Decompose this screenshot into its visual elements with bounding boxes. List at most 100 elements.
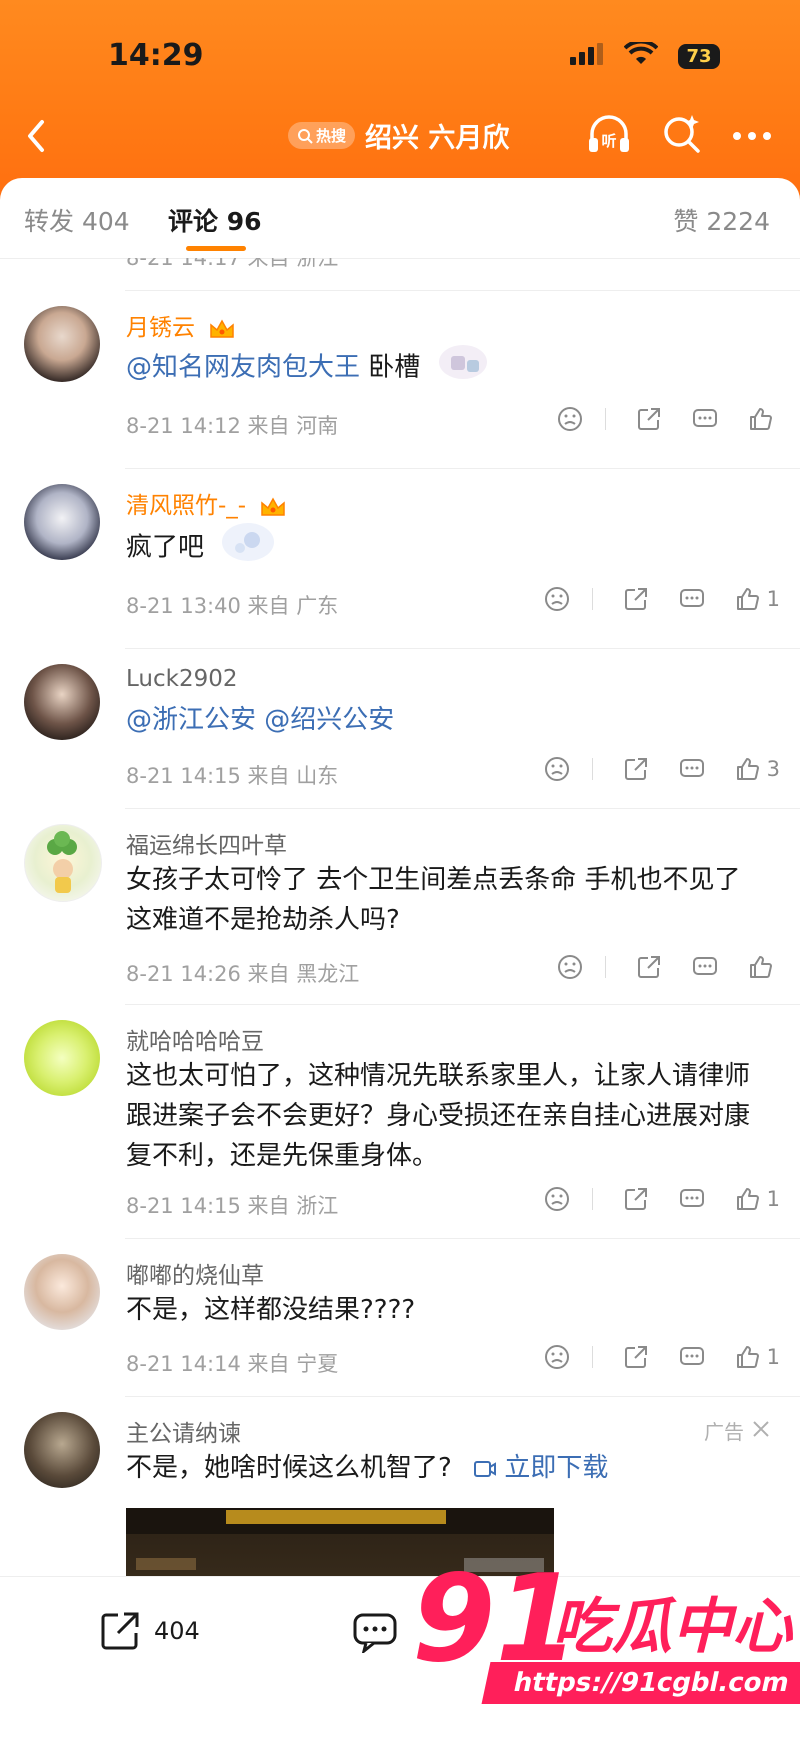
thumbs-up-icon [736,1346,759,1368]
reply-button[interactable] [679,1186,705,1212]
username[interactable]: 月锈云 [126,308,236,342]
search-small-icon [298,128,313,144]
avatar[interactable] [24,484,100,560]
dislike-button[interactable] [544,1344,570,1370]
frown-icon [544,1345,569,1369]
username[interactable]: Luck2902 [126,666,238,692]
reply-button[interactable] [679,756,705,782]
comment-actions: 1 [514,586,780,612]
vip-crown-icon [210,318,235,338]
username[interactable]: 清风照竹-_- [126,486,287,520]
frown-icon [544,757,569,781]
comment-icon [353,1613,397,1653]
dislike-button[interactable] [544,1186,570,1212]
username[interactable]: 嘟嘟的烧仙草 [126,1256,264,1290]
topic-title[interactable]: 热搜 绍兴 六月欣 [288,116,509,155]
separator [591,1188,593,1210]
hot-search-badge: 热搜 [288,122,356,149]
avatar[interactable] [24,824,102,902]
comment-sheet: 转发 404 评论 96 赞 2224 8-21 14:17 来自 浙江 月锈云… [0,178,800,1739]
like-button[interactable]: 3 [735,756,780,782]
tab-bar: 转发 404 评论 96 赞 2224 [0,178,800,259]
comment-text: 疯了吧 [126,520,760,576]
like-button[interactable]: 1 [735,586,780,612]
username[interactable]: 就哈哈哈哈豆 [126,1022,264,1056]
dislike-button[interactable] [557,954,583,980]
reply-button[interactable] [692,954,718,980]
more-dots-icon [733,131,771,140]
dislike-button[interactable] [557,406,583,432]
status-time: 14:29 [108,38,204,73]
listen-button[interactable]: 听 [586,112,632,158]
thumbs-up-icon [736,1188,759,1210]
comment-text: 这也太可怕了，这种情况先联系家里人，让家人请律师跟进案子会不会更好？身心受损还在… [126,1061,751,1171]
like-button[interactable] [748,406,780,432]
like-button[interactable] [748,954,780,980]
clover-icon [47,831,77,893]
headphones-icon: 听 [589,115,629,152]
comment-meta: 8-21 13:40 来自 广东 [126,594,339,618]
avatar[interactable] [24,306,100,382]
tab-likes[interactable]: 赞 2224 [673,202,770,238]
share-icon [624,1346,647,1368]
active-tab-indicator [186,246,246,251]
comment-button[interactable] [352,1609,398,1653]
tab-comments[interactable]: 评论 96 [168,202,262,238]
thumbs-up-icon [736,588,759,610]
separator [591,588,593,610]
avatar[interactable] [24,664,100,740]
username[interactable]: 福运绵长四叶草 [126,826,287,860]
header: 14:29 73 热搜 绍兴 六月欣 听 [0,0,800,200]
download-link[interactable]: 立即下载 [474,1453,608,1483]
share-button[interactable] [636,406,662,432]
comment-actions [527,954,780,980]
close-ad-button[interactable] [752,1419,770,1443]
comment-meta: 8-21 14:17 来自 浙江 [126,258,339,270]
comment-actions: 3 [514,756,780,782]
search-button[interactable] [662,113,702,157]
comment-icon [693,957,717,975]
share-icon [624,1188,647,1210]
comment-meta: 8-21 14:12 来自 河南 [126,414,339,438]
reply-button[interactable] [679,1344,705,1370]
avatar[interactable] [24,1412,100,1488]
search-sparkle-icon [664,115,700,153]
repost-button[interactable]: 404 [98,1609,200,1653]
reply-button[interactable] [679,586,705,612]
like-button[interactable]: 1 [735,1186,780,1212]
share-button[interactable] [636,954,662,980]
back-button[interactable] [18,116,58,156]
watermark-url: https://91cgbl.com [481,1662,800,1704]
tab-repost[interactable]: 转发 404 [24,202,130,238]
share-button[interactable] [623,586,649,612]
repost-icon [101,1612,139,1650]
comment-icon [693,409,717,427]
mention-link[interactable]: @知名网友肉包大王 [126,353,360,383]
watermark-text: 吃瓜中心 [552,1592,792,1662]
comment-meta: 8-21 14:26 来自 黑龙江 [126,962,360,986]
share-button[interactable] [623,1344,649,1370]
like-button[interactable]: 1 [735,1344,780,1370]
dislike-button[interactable] [544,756,570,782]
share-icon [638,956,660,978]
reply-button[interactable] [692,406,718,432]
username[interactable]: 主公请纳谏 [126,1414,241,1448]
avatar[interactable] [24,1254,100,1330]
thumbs-up-icon [736,758,759,780]
comment-icon [679,589,704,607]
share-button[interactable] [623,756,649,782]
frown-icon [558,407,582,431]
mention-link[interactable]: @浙江公安 @绍兴公安 [126,705,394,735]
comment-text: 不是，这样都没结果???? [126,1295,416,1325]
avatar[interactable] [24,1020,100,1096]
thumbs-up-icon [750,956,772,978]
share-icon [638,408,660,430]
separator [591,1346,593,1368]
separator [591,758,593,780]
share-button[interactable] [623,1186,649,1212]
svg-text:听: 听 [601,132,616,150]
more-button[interactable] [732,126,772,145]
ad-text: 不是，她啥时候这么机智了? 立即下载 [126,1453,609,1483]
comment-meta: 8-21 14:14 来自 宁夏 [126,1352,339,1376]
dislike-button[interactable] [544,586,570,612]
